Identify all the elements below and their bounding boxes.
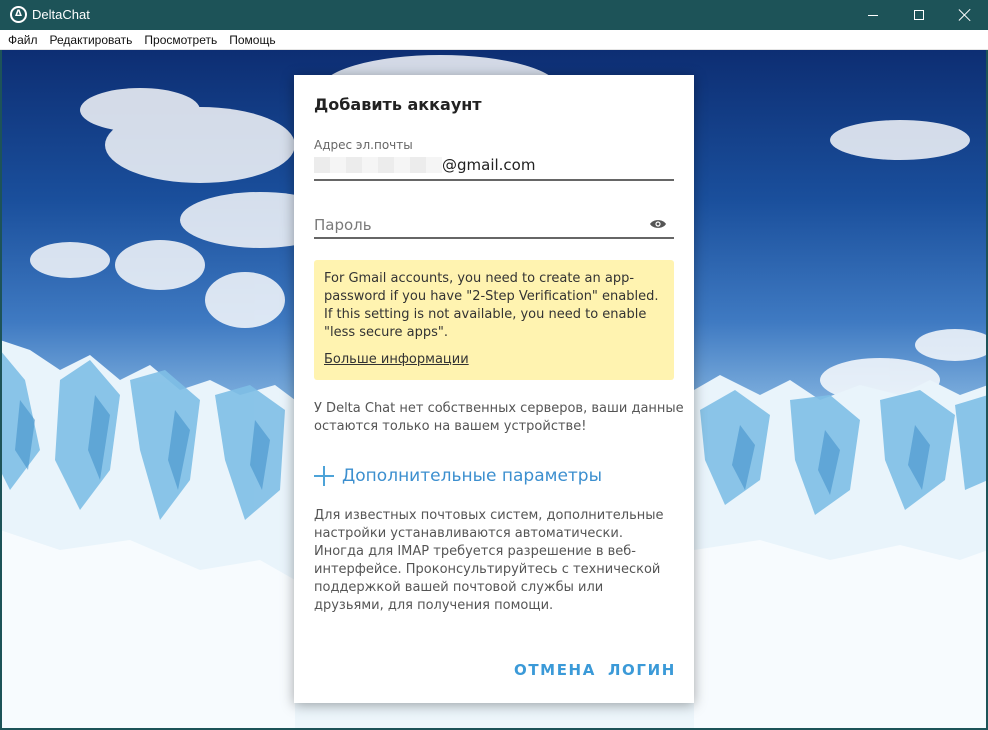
privacy-notice: У Delta Chat нет собственных серверов, в… [314, 401, 684, 434]
maximize-button[interactable] [896, 0, 942, 30]
advanced-settings-toggle[interactable]: Дополнительные параметры [314, 465, 602, 487]
gmail-info-text: For Gmail accounts, you need to create a… [324, 271, 659, 340]
password-underline [314, 237, 674, 239]
login-button[interactable]: ЛОГИН [608, 661, 676, 679]
email-redacted-part [314, 157, 442, 173]
email-underline [314, 179, 674, 181]
menu-bar: Файл Редактировать Просмотреть Помощь [0, 30, 988, 50]
minimize-button[interactable] [850, 0, 896, 30]
close-icon [958, 8, 972, 22]
maximize-icon [914, 10, 924, 20]
email-field[interactable]: @gmail.com [442, 156, 535, 174]
minimize-icon [868, 14, 878, 16]
menu-file[interactable]: Файл [2, 30, 44, 50]
password-field[interactable] [314, 214, 634, 236]
show-password-eye-icon[interactable] [649, 218, 667, 230]
more-info-link[interactable]: Больше информации [324, 352, 469, 367]
advanced-settings-label: Дополнительные параметры [342, 466, 603, 486]
title-bar: Δ DeltaChat [0, 0, 988, 30]
menu-help[interactable]: Помощь [223, 30, 281, 50]
add-account-dialog: Добавить аккаунт Адрес эл.почты @gmail.c… [294, 75, 694, 703]
dialog-title: Добавить аккаунт [314, 95, 482, 114]
menu-view[interactable]: Просмотреть [138, 30, 223, 50]
plus-icon [314, 466, 334, 486]
window-border-left [0, 50, 2, 730]
deltachat-logo-icon: Δ [10, 6, 27, 23]
close-button[interactable] [942, 0, 988, 30]
menu-edit[interactable]: Редактировать [44, 30, 139, 50]
gmail-info-box: For Gmail accounts, you need to create a… [314, 260, 674, 380]
cancel-button[interactable]: ОТМЕНА [514, 661, 596, 679]
email-label: Адрес эл.почты [314, 138, 413, 152]
help-text: Для известных почтовых систем, дополните… [314, 508, 664, 613]
window-title: DeltaChat [32, 7, 90, 22]
